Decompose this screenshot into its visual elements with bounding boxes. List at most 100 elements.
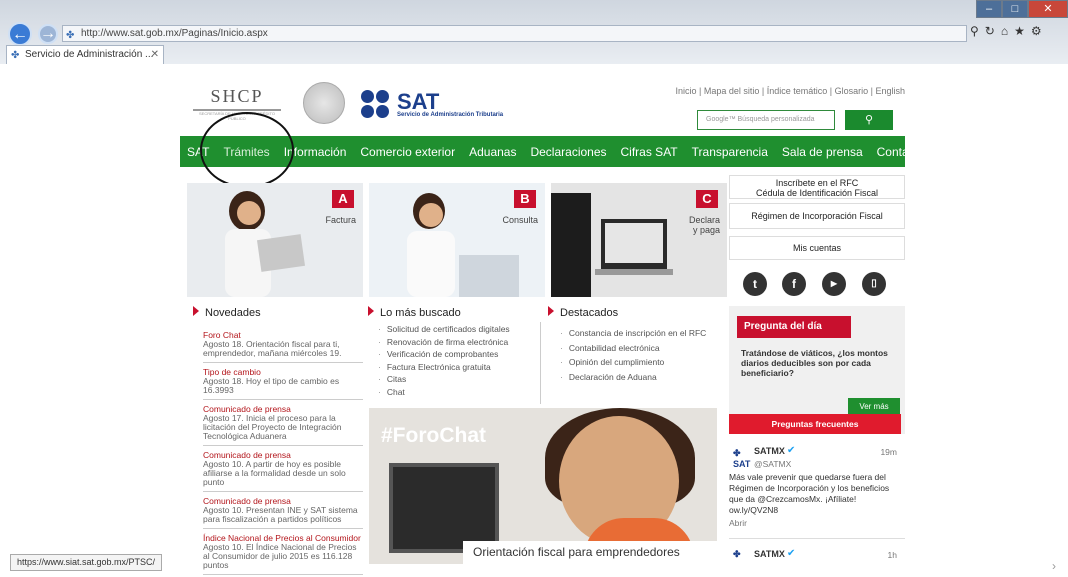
buscado-item[interactable]: Chat <box>378 386 510 399</box>
mis-cuentas-button[interactable]: Mis cuentas <box>729 236 905 260</box>
destacados-item[interactable]: Contabilidad electrónica <box>560 341 720 356</box>
rif-button[interactable]: Régimen de Incorporación Fiscal <box>729 203 905 229</box>
browser-toolbar-icons: ⚲↻⌂★⚙ <box>970 24 1048 38</box>
rfc-button[interactable]: Inscríbete en el RFC Cédula de Identific… <box>729 175 905 199</box>
news-item-text: Agosto 10. A partir de hoy es posible af… <box>203 459 346 487</box>
novedades-title: Novedades <box>193 306 261 319</box>
youtube-icon[interactable]: ▶ <box>822 272 846 296</box>
sat-title: SAT <box>397 89 440 114</box>
shcp-logo[interactable]: SHCP SECRETARÍA DE HACIENDA Y CRÉDITO PÚ… <box>193 86 281 121</box>
tweet: ✤ SATMX ✔ 1h <box>729 538 905 567</box>
nav-item[interactable]: Transparencia <box>685 145 775 159</box>
home-icon[interactable]: ⌂ <box>1001 24 1014 38</box>
tweet-name[interactable]: SATMX <box>754 549 785 559</box>
hero-label: Consulta <box>502 215 538 225</box>
close-tab-icon[interactable]: ✕ <box>151 46 159 63</box>
news-item-text: Agosto 17. Inicia el proceso para la lic… <box>203 413 342 441</box>
news-item[interactable]: Tipo de cambio Agosto 18. Hoy el tipo de … <box>203 365 363 400</box>
verified-icon: ✔ <box>787 548 796 559</box>
browser-tab[interactable]: ✤ Servicio de Administración ... ✕ <box>6 45 164 64</box>
top-links[interactable]: Inicio | Mapa del sitio | Índice temátic… <box>676 86 905 96</box>
refresh-icon[interactable]: ↻ <box>985 24 1001 38</box>
tweet-name[interactable]: SATMX <box>754 446 785 456</box>
hero-factura[interactable]: A Factura <box>187 183 363 297</box>
nav-item[interactable]: Contacto <box>870 145 932 159</box>
window-controls: – □ ✕ <box>976 0 1068 18</box>
scroll-right-icon[interactable]: › <box>1052 559 1056 573</box>
nav-item[interactable]: SAT <box>180 145 216 159</box>
news-item[interactable]: Índice Nacional de Precios al Consumidor… <box>203 531 363 575</box>
tweet: ✤ SAT SATMX ✔ @SATMX 19m Más vale preveni… <box>729 444 905 528</box>
buscado-item[interactable]: Verificación de comprobantes <box>378 348 510 361</box>
mobile-icon[interactable]: ▯ <box>862 272 886 296</box>
buscado-title: Lo más buscado <box>368 306 461 319</box>
main-nav: SAT Trámites Información Comercio exterior A… <box>180 136 925 167</box>
status-bar-url: https://www.siat.sat.gob.mx/PTSC/ <box>10 554 163 571</box>
forochat-caption: Orientación fiscal para emprendedores <box>463 541 717 564</box>
site-favicon-icon: ✤ <box>66 30 75 41</box>
pregunta-del-dia: Pregunta del día Tratándose de viáticos,… <box>729 306 905 434</box>
tweet-text: Más vale prevenir que quedarse fuera del… <box>729 472 890 515</box>
news-item[interactable]: Comunicado de prensa Agosto 10. A partir … <box>203 448 363 492</box>
hero-label: Declara y paga <box>688 215 720 235</box>
close-window-button[interactable]: ✕ <box>1028 0 1068 18</box>
news-item-text: Agosto 18. Orientación fiscal para ti, e… <box>203 339 342 358</box>
tab-title: Servicio de Administración ... <box>25 49 154 60</box>
minimize-button[interactable]: – <box>976 0 1002 18</box>
hero-badge: C <box>696 190 718 208</box>
sat-logo[interactable]: SAT Servicio de Administración Tributari… <box>361 90 503 120</box>
tweet-time: 19m <box>880 447 897 457</box>
site-header: SHCP SECRETARÍA DE HACIENDA Y CRÉDITO PÚ… <box>193 80 905 136</box>
search-icon: ⚲ <box>864 114 874 126</box>
maximize-button[interactable]: □ <box>1002 0 1028 18</box>
destacados-item[interactable]: Opinión del cumplimiento <box>560 355 720 370</box>
tweet-avatar-icon: ✤ SAT <box>733 448 751 469</box>
news-item[interactable]: Foro Chat Agosto 18. Orientación fiscal p… <box>203 328 363 363</box>
novedades-list: Foro Chat Agosto 18. Orientación fiscal p… <box>203 328 363 577</box>
nav-item[interactable]: Declaraciones <box>523 145 613 159</box>
nav-item[interactable]: Información <box>277 145 354 159</box>
destacados-list: Constancia de inscripción en el RFCConta… <box>560 326 720 384</box>
buscado-item[interactable]: Renovación de firma electrónica <box>378 336 510 349</box>
news-item[interactable]: Comunicado de prensa Agosto 17. Inicia el… <box>203 402 363 446</box>
back-button[interactable]: ← <box>8 22 32 46</box>
forward-button[interactable]: → <box>38 24 58 44</box>
gear-icon[interactable]: ⚙ <box>1031 24 1048 38</box>
tweet-handle: @SATMX <box>754 459 792 469</box>
buscado-item[interactable]: Citas <box>378 373 510 386</box>
twitter-icon[interactable]: t <box>743 272 767 296</box>
nav-item[interactable]: Aduanas <box>462 145 523 159</box>
buscado-list: Solicitud de certificados digitalesRenov… <box>378 323 510 398</box>
preguntas-frecuentes-button[interactable]: Preguntas frecuentes <box>729 414 901 434</box>
favorites-star-icon[interactable]: ★ <box>1014 24 1031 38</box>
buscado-item[interactable]: Solicitud de certificados digitales <box>378 323 510 336</box>
bullet-icon <box>193 306 199 316</box>
verified-icon: ✔ <box>787 445 796 456</box>
buscado-item[interactable]: Factura Electrónica gratuita <box>378 361 510 374</box>
search-button[interactable]: ⚲ <box>845 110 893 130</box>
hero-consulta[interactable]: B Consulta <box>369 183 545 297</box>
divider <box>540 322 541 404</box>
nav-item[interactable]: Trámites <box>216 145 276 159</box>
search-input[interactable]: Google™ Búsqueda personalizada <box>697 110 835 130</box>
nav-item[interactable]: Cifras SAT <box>614 145 685 159</box>
hero-declara[interactable]: C Declara y paga <box>551 183 727 297</box>
search-icon[interactable]: ⚲ <box>970 24 985 38</box>
destacados-item[interactable]: Declaración de Aduana <box>560 370 720 385</box>
forochat-banner[interactable]: #ForoChat Orientación fiscal para empren… <box>369 408 717 564</box>
nav-item[interactable]: Comercio exterior <box>353 145 462 159</box>
address-bar[interactable]: ✤ http://www.sat.gob.mx/Paginas/Inicio.a… <box>62 25 967 42</box>
bullet-icon <box>548 306 554 316</box>
monitor-image <box>389 463 499 553</box>
hero-badge: A <box>332 190 354 208</box>
tweet-open-link[interactable]: Abrir <box>729 518 905 528</box>
nav-item[interactable]: Sala de prensa <box>775 145 870 159</box>
destacados-item[interactable]: Constancia de inscripción en el RFC <box>560 326 720 341</box>
tweet-avatar-icon: ✤ <box>733 549 741 559</box>
tweet-time: 1h <box>887 550 897 560</box>
pregunta-question: Tratándose de viáticos, ¿los montos diar… <box>741 348 888 378</box>
news-item[interactable]: Comunicado de prensa Agosto 10. Presentan… <box>203 494 363 529</box>
sat-dots-icon <box>361 90 393 120</box>
facebook-icon[interactable]: f <box>782 272 806 296</box>
tab-favicon-icon: ✤ <box>11 50 20 61</box>
